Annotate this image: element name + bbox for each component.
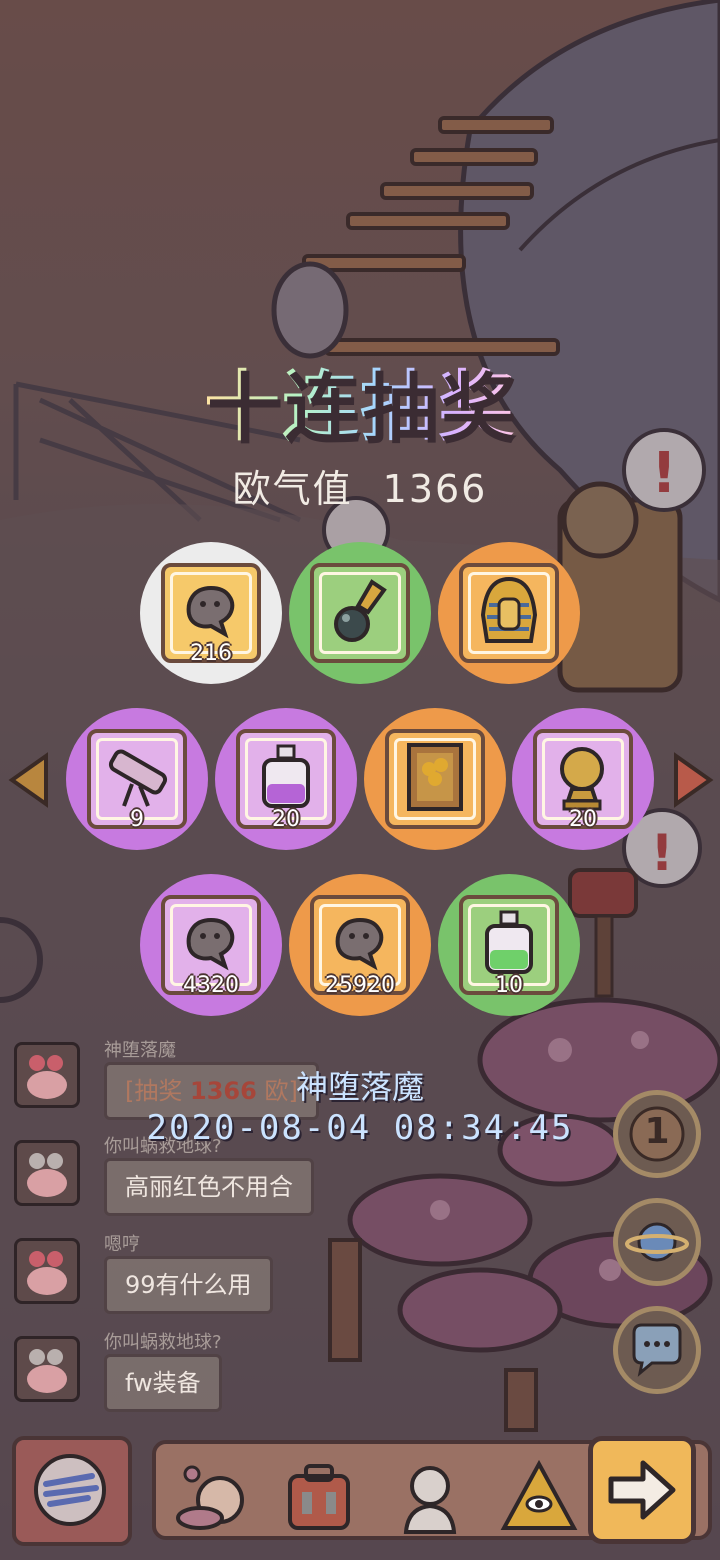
reward-slot[interactable] <box>364 708 506 850</box>
planet-icon <box>625 1222 689 1262</box>
reward-slot[interactable]: 20 <box>512 708 654 850</box>
chat-button[interactable] <box>613 1306 701 1394</box>
winner-name: 神堕落魔 <box>295 1068 424 1106</box>
reward-slot[interactable]: 10 <box>438 874 580 1016</box>
reward-slot[interactable]: 20 <box>215 708 357 850</box>
snail-icon[interactable] <box>170 1454 256 1540</box>
chat-bubble: 99有什么用 <box>104 1256 273 1314</box>
continue-arrow-button[interactable] <box>588 1436 696 1544</box>
snail-avatar-icon <box>27 1251 67 1295</box>
snail-avatar-icon <box>27 1349 67 1393</box>
snail-blob-icon <box>186 918 235 971</box>
purple-potion-icon <box>262 744 310 809</box>
snail-blob-icon <box>186 586 235 639</box>
reward-slot[interactable]: 25920 <box>289 874 431 1016</box>
reward-quantity: 20 <box>272 807 300 832</box>
draw-timestamp: 2020-08-04 08:34:45 <box>146 1108 574 1148</box>
avatar <box>14 1336 80 1402</box>
reward-card <box>310 563 410 663</box>
chat-username: 神堕落魔 <box>104 1040 176 1061</box>
reward-quantity: 216 <box>190 641 232 666</box>
reward-quantity: 4320 <box>183 973 239 998</box>
luck-value-display: 欧气值 1366 <box>0 458 720 513</box>
reward-quantity: 10 <box>495 973 523 998</box>
reward-slot[interactable] <box>438 542 580 684</box>
reward-card <box>459 563 559 663</box>
chat-username: 你叫蜗救地球? <box>104 1332 222 1353</box>
chat-username: 嗯哼 <box>104 1234 140 1255</box>
backpack-icon[interactable] <box>276 1454 362 1540</box>
badge-number: 1 <box>644 1111 670 1152</box>
reward-slot[interactable]: 216 <box>140 542 282 684</box>
chat-bubble: 高丽红色不用合 <box>104 1158 314 1216</box>
telescope-icon <box>108 749 168 807</box>
chat-bubble: fw装备 <box>104 1354 222 1412</box>
luck-value: 1366 <box>382 467 488 511</box>
orb-icon <box>34 1454 106 1526</box>
avatar <box>14 1238 80 1304</box>
reward-card <box>385 729 485 829</box>
luck-label: 欧气值 <box>232 467 353 511</box>
menu-orb-button[interactable] <box>12 1436 132 1546</box>
avatar <box>14 1140 80 1206</box>
golden-statue-icon <box>560 747 604 811</box>
reward-slot[interactable] <box>289 542 431 684</box>
arrow-right-icon <box>608 1460 676 1520</box>
ten-draw-title: 十连抽奖 <box>204 362 516 451</box>
pharaoh-mask-icon <box>480 577 538 644</box>
sunflower-painting-icon <box>407 743 463 812</box>
level-badge-button[interactable]: 1 <box>613 1090 701 1178</box>
reward-quantity: 9 <box>130 807 144 832</box>
bust-statue-icon[interactable] <box>386 1454 472 1540</box>
snail-blob-icon <box>335 918 384 971</box>
pendant-icon <box>334 579 387 643</box>
reward-quantity: 20 <box>569 807 597 832</box>
previous-arrow-button[interactable] <box>8 752 50 808</box>
planet-button[interactable] <box>613 1198 701 1286</box>
reward-slot[interactable]: 4320 <box>140 874 282 1016</box>
bottom-toolbar <box>0 1420 720 1560</box>
reward-quantity: 25920 <box>325 973 395 998</box>
snail-avatar-icon <box>27 1153 67 1197</box>
pyramid-eye-icon[interactable] <box>496 1454 582 1540</box>
reward-slot[interactable]: 9 <box>66 708 208 850</box>
green-potion-icon <box>485 910 533 975</box>
next-arrow-button[interactable] <box>672 752 714 808</box>
chat-bubble-icon <box>632 1323 682 1377</box>
